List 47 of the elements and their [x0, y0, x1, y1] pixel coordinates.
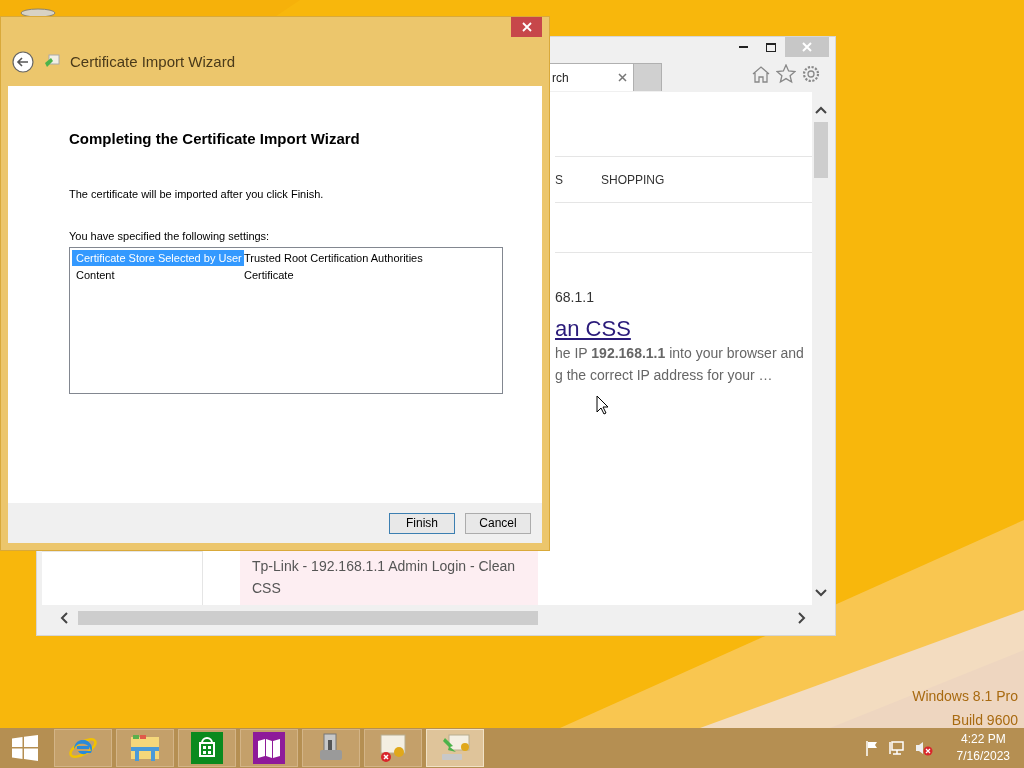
taskbar-app-button[interactable]	[240, 729, 298, 767]
result-title-link[interactable]: an CSS	[555, 316, 631, 342]
result-url: 68.1.1	[555, 288, 595, 306]
dialog-button[interactable]: Cancel	[465, 512, 531, 534]
wizard-heading: Completing the Certificate Import Wizard	[69, 129, 361, 149]
recycle-bin-icon	[20, 8, 56, 18]
result-snippet: g the correct IP address for your …	[555, 366, 774, 385]
os-edition-text: Windows 8.1 Pro	[912, 687, 1018, 706]
speaker-muted-icon[interactable]	[914, 740, 933, 756]
taskbar-app-button[interactable]	[364, 729, 422, 767]
window-title: Certificate Import Wizard	[70, 51, 236, 72]
close-icon[interactable]	[618, 73, 627, 82]
setting-value: Trusted Root Certification Authorities	[244, 250, 423, 266]
close-icon	[521, 22, 532, 32]
book-icon	[253, 732, 285, 764]
scroll-left-icon[interactable]	[60, 612, 68, 624]
dialog-button[interactable]: Finish	[389, 512, 455, 534]
windows-logo-icon	[12, 735, 38, 761]
certificate-error-icon	[377, 732, 409, 764]
flag-icon[interactable]	[864, 740, 879, 756]
os-edition-text: Build 9600	[951, 711, 1018, 730]
back-icon[interactable]	[12, 51, 34, 73]
scrollbar-thumb[interactable]	[814, 122, 828, 178]
store-icon	[191, 732, 223, 764]
scroll-right-icon[interactable]	[798, 612, 806, 624]
certificate-wizard-icon	[44, 54, 60, 70]
taskbar-app-button[interactable]	[178, 729, 236, 767]
scroll-up-icon[interactable]	[815, 106, 827, 114]
scroll-down-icon[interactable]	[815, 589, 827, 597]
home-icon[interactable]	[751, 64, 771, 84]
setting-name[interactable]: Content	[72, 267, 244, 283]
result-snippet: he IP 192.168.1.1 into your browser and	[555, 344, 805, 363]
cursor-icon	[596, 395, 609, 415]
folder-icon	[129, 733, 161, 763]
close-icon	[802, 42, 812, 52]
settings-label: You have specified the following settings:	[69, 229, 271, 244]
browser-tab[interactable]: rch	[547, 63, 634, 91]
nav-link[interactable]: S	[555, 170, 563, 189]
wizard-message: The certificate will be imported after you click Finish.	[69, 186, 325, 202]
settings-icon[interactable]	[801, 64, 821, 84]
network-icon[interactable]	[888, 740, 905, 756]
close-button[interactable]	[511, 17, 542, 37]
star-icon[interactable]	[776, 64, 796, 84]
setting-value: Certificate	[244, 267, 294, 283]
nav-link[interactable]: SHOPPING	[601, 170, 665, 189]
related-link[interactable]: Tp-Link - 192.168.1.1 Admin Login - Clean CSS	[252, 555, 536, 599]
scrollbar-thumb[interactable]	[78, 611, 538, 625]
